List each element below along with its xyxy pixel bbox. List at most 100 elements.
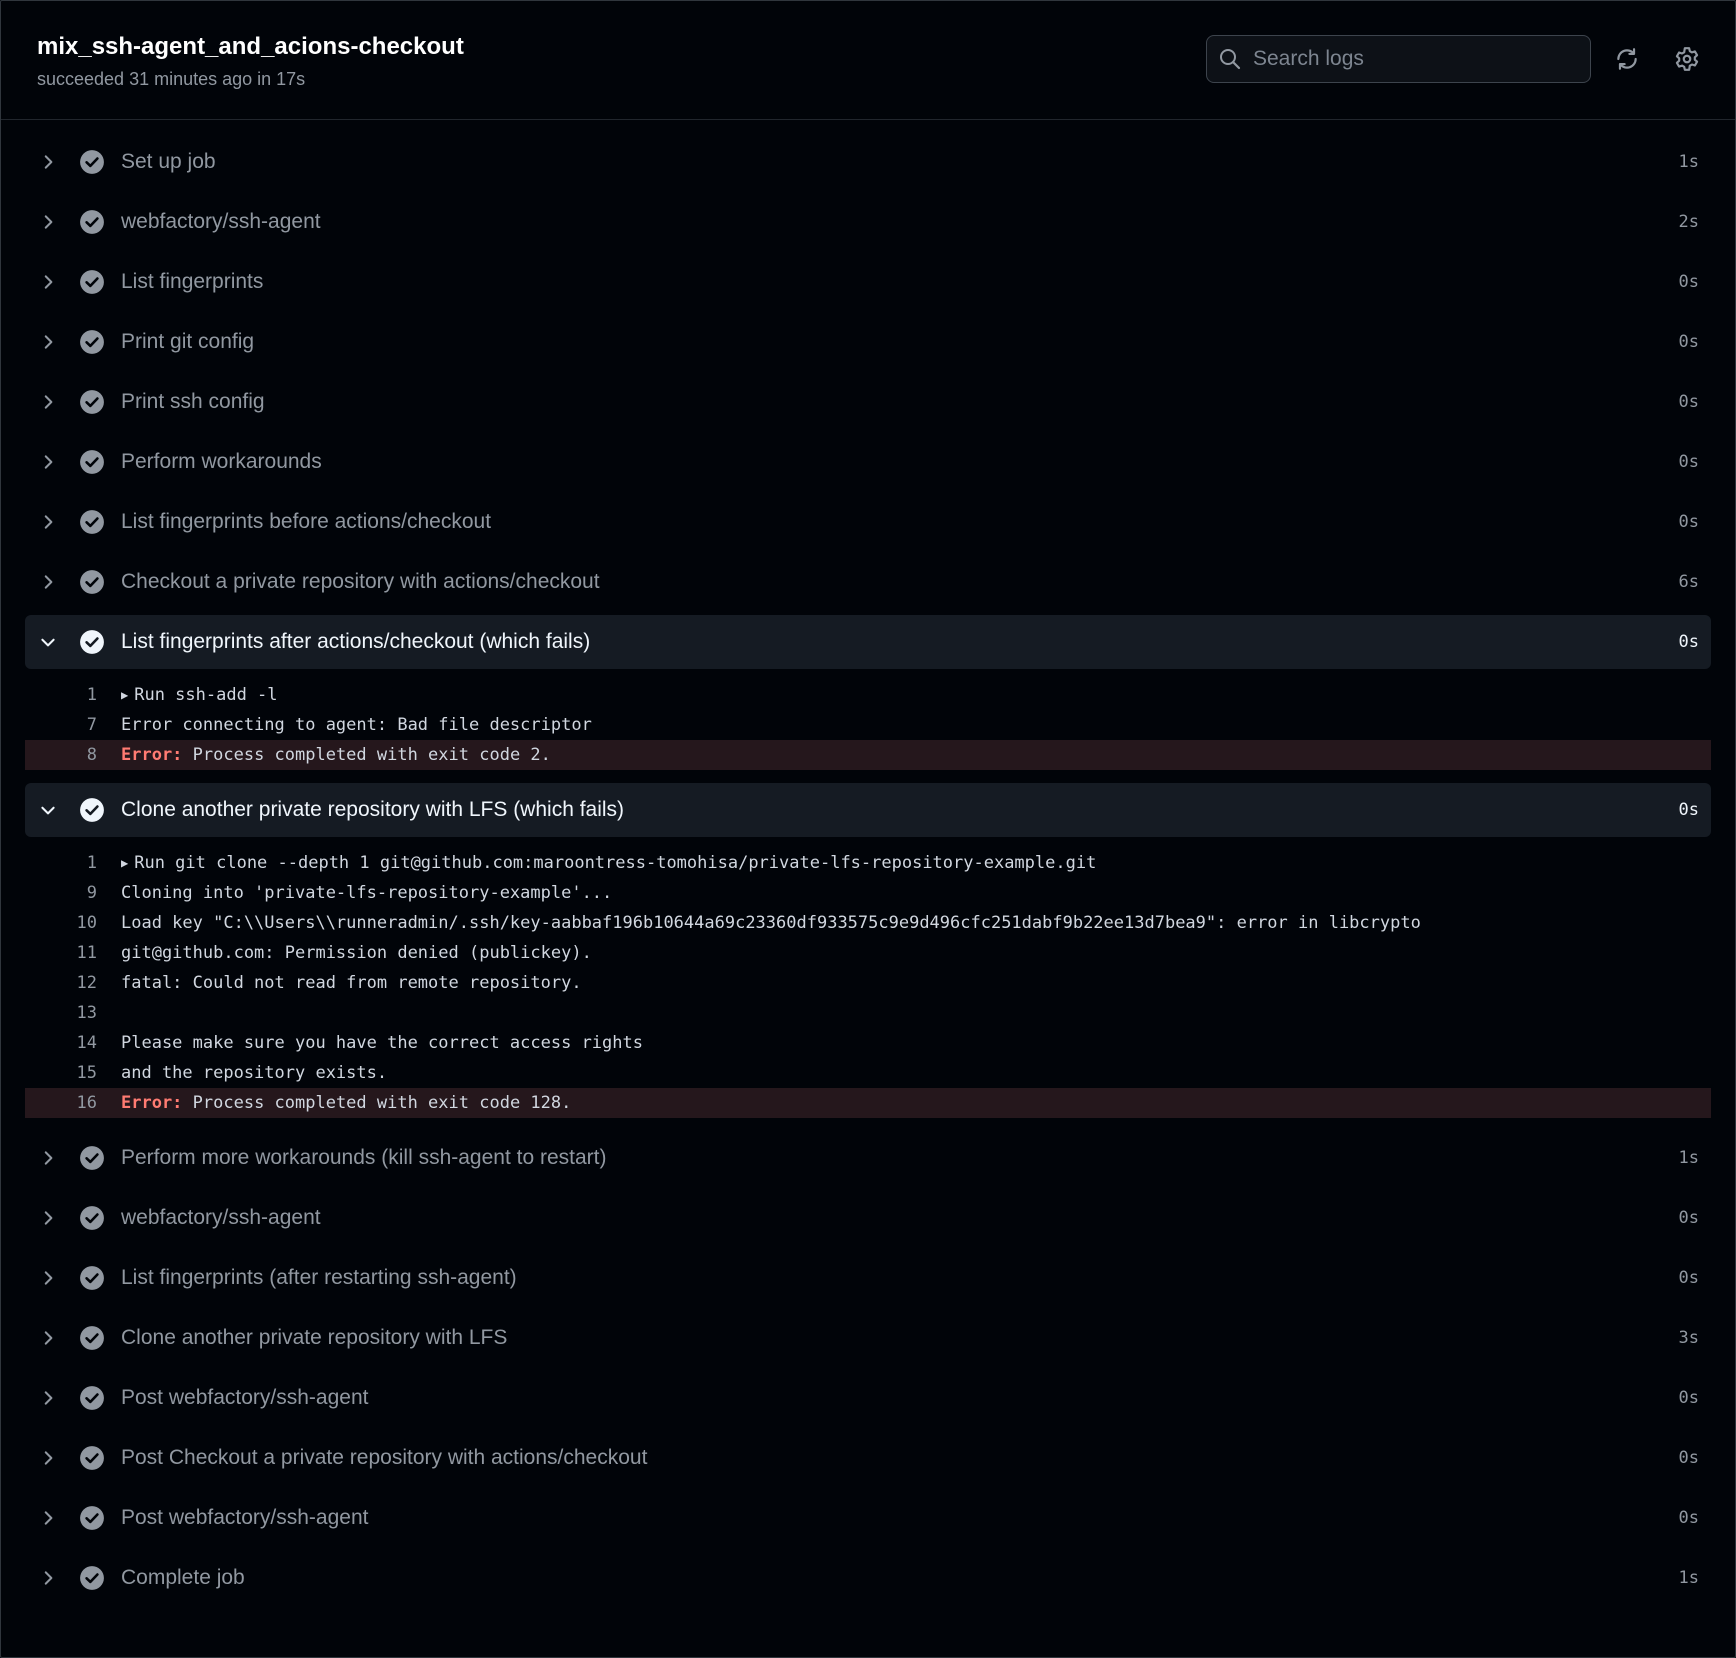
chevron-down-icon <box>39 801 61 819</box>
chevron-right-icon <box>39 213 61 231</box>
step-duration: 0s <box>1678 1388 1699 1408</box>
step-label: List fingerprints <box>121 270 264 293</box>
step-row[interactable]: Perform workarounds 0s <box>25 432 1711 492</box>
line-text: ▶ Run git clone --depth 1 git@github.com:… <box>121 853 1096 873</box>
step-row[interactable]: List fingerprints before actions/checkou… <box>25 492 1711 552</box>
line-number[interactable]: 14 <box>25 1033 97 1053</box>
settings-button[interactable] <box>1671 43 1703 75</box>
step-label: Post Checkout a private repository with … <box>121 1446 648 1469</box>
line-number[interactable]: 15 <box>25 1063 97 1083</box>
log-line-error: 16 Error: Process completed with exit cod… <box>25 1088 1711 1118</box>
chevron-right-icon <box>39 1149 61 1167</box>
job-header: mix_ssh-agent_and_acions-checkout succee… <box>1 1 1735 120</box>
chevron-right-icon <box>39 1569 61 1587</box>
line-text: Error connecting to agent: Bad file desc… <box>121 715 592 735</box>
log-line: 11 git@github.com: Permission denied (pub… <box>25 938 1711 968</box>
log-line: 13 <box>25 998 1711 1028</box>
step-row[interactable]: Clone another private repository with LF… <box>25 1308 1711 1368</box>
step-row[interactable]: webfactory/ssh-agent 2s <box>25 192 1711 252</box>
check-circle-icon <box>79 509 105 535</box>
search-logs-input[interactable] <box>1251 46 1575 72</box>
step-duration: 0s <box>1678 1208 1699 1228</box>
check-circle-icon <box>79 269 105 295</box>
chevron-right-icon <box>39 1329 61 1347</box>
step-duration: 3s <box>1678 1328 1699 1348</box>
line-text: Cloning into 'private-lfs-repository-exa… <box>121 883 612 903</box>
step-row-expanded[interactable]: Clone another private repository with LF… <box>25 783 1711 837</box>
step-row[interactable]: List fingerprints (after restarting ssh-… <box>25 1248 1711 1308</box>
step-row[interactable]: Post webfactory/ssh-agent 0s <box>25 1488 1711 1548</box>
chevron-right-icon <box>39 1269 61 1287</box>
refresh-button[interactable] <box>1611 43 1643 75</box>
job-title: mix_ssh-agent_and_acions-checkout <box>37 33 464 60</box>
line-number[interactable]: 8 <box>25 745 97 765</box>
error-label: Error: <box>121 745 183 765</box>
step-row-expanded[interactable]: List fingerprints after actions/checkout… <box>25 615 1711 669</box>
step-row[interactable]: Post webfactory/ssh-agent 0s <box>25 1368 1711 1428</box>
chevron-right-icon <box>39 333 61 351</box>
check-circle-icon <box>79 1205 105 1231</box>
step-label: Print git config <box>121 330 255 353</box>
line-number[interactable]: 1 <box>25 685 97 705</box>
check-circle-icon <box>79 1505 105 1531</box>
check-circle-icon <box>79 1565 105 1591</box>
log-line: 12 fatal: Could not read from remote repo… <box>25 968 1711 998</box>
check-circle-icon <box>79 1385 105 1411</box>
log-line: 14 Please make sure you have the correct … <box>25 1028 1711 1058</box>
check-circle-icon <box>79 1325 105 1351</box>
triangle-right-icon[interactable]: ▶ <box>121 688 128 702</box>
step-duration: 0s <box>1678 1448 1699 1468</box>
step-label: Post webfactory/ssh-agent <box>121 1386 369 1409</box>
line-number[interactable]: 13 <box>25 1003 97 1023</box>
line-number[interactable]: 1 <box>25 853 97 873</box>
step-row[interactable]: webfactory/ssh-agent 0s <box>25 1188 1711 1248</box>
step-duration: 0s <box>1678 800 1699 820</box>
log-line: 1 ▶ Run git clone --depth 1 git@github.com… <box>25 848 1711 878</box>
line-number[interactable]: 7 <box>25 715 97 735</box>
step-duration: 0s <box>1678 452 1699 472</box>
sync-icon <box>1614 46 1640 72</box>
line-number[interactable]: 10 <box>25 913 97 933</box>
job-status: succeeded 31 minutes ago in 17s <box>37 69 306 89</box>
step-log: 1 ▶ Run git clone --depth 1 git@github.com… <box>25 840 1711 1128</box>
step-row[interactable]: Complete job 1s <box>25 1548 1711 1608</box>
line-number[interactable]: 11 <box>25 943 97 963</box>
gear-icon <box>1674 46 1700 72</box>
check-circle-icon <box>79 629 105 655</box>
step-row[interactable]: Print git config 0s <box>25 312 1711 372</box>
step-row[interactable]: Set up job 1s <box>25 132 1711 192</box>
step-row[interactable]: Post Checkout a private repository with … <box>25 1428 1711 1488</box>
step-label: List fingerprints after actions/checkout… <box>121 630 591 653</box>
chevron-right-icon <box>39 453 61 471</box>
line-content: git@github.com: Permission denied (publi… <box>121 943 592 963</box>
line-content: Process completed with exit code 128. <box>182 1093 572 1113</box>
step-duration: 0s <box>1678 632 1699 652</box>
line-number[interactable]: 12 <box>25 973 97 993</box>
triangle-right-icon[interactable]: ▶ <box>121 856 128 870</box>
step-row[interactable]: Checkout a private repository with actio… <box>25 552 1711 612</box>
line-content: Please make sure you have the correct ac… <box>121 1033 643 1053</box>
steps-list: Set up job 1s webfactory/ssh-agent 2s List f… <box>1 120 1735 1608</box>
check-circle-icon <box>79 149 105 175</box>
step-duration: 0s <box>1678 332 1699 352</box>
search-logs-box[interactable] <box>1206 35 1591 83</box>
job-log-panel: mix_ssh-agent_and_acions-checkout succee… <box>0 0 1736 1658</box>
step-duration: 1s <box>1678 1568 1699 1588</box>
line-text: and the repository exists. <box>121 1063 387 1083</box>
chevron-right-icon <box>39 1509 61 1527</box>
chevron-right-icon <box>39 1389 61 1407</box>
step-label: webfactory/ssh-agent <box>121 210 321 233</box>
line-number[interactable]: 9 <box>25 883 97 903</box>
step-label: Checkout a private repository with actio… <box>121 570 600 593</box>
check-circle-icon <box>79 797 105 823</box>
step-row[interactable]: Perform more workarounds (kill ssh-agent… <box>25 1128 1711 1188</box>
line-text: Please make sure you have the correct ac… <box>121 1033 643 1053</box>
log-line: 9 Cloning into 'private-lfs-repository-ex… <box>25 878 1711 908</box>
check-circle-icon <box>79 209 105 235</box>
check-circle-icon <box>79 389 105 415</box>
step-row[interactable]: Print ssh config 0s <box>25 372 1711 432</box>
step-row[interactable]: List fingerprints 0s <box>25 252 1711 312</box>
line-number[interactable]: 16 <box>25 1093 97 1113</box>
chevron-right-icon <box>39 513 61 531</box>
line-text: fatal: Could not read from remote reposi… <box>121 973 582 993</box>
